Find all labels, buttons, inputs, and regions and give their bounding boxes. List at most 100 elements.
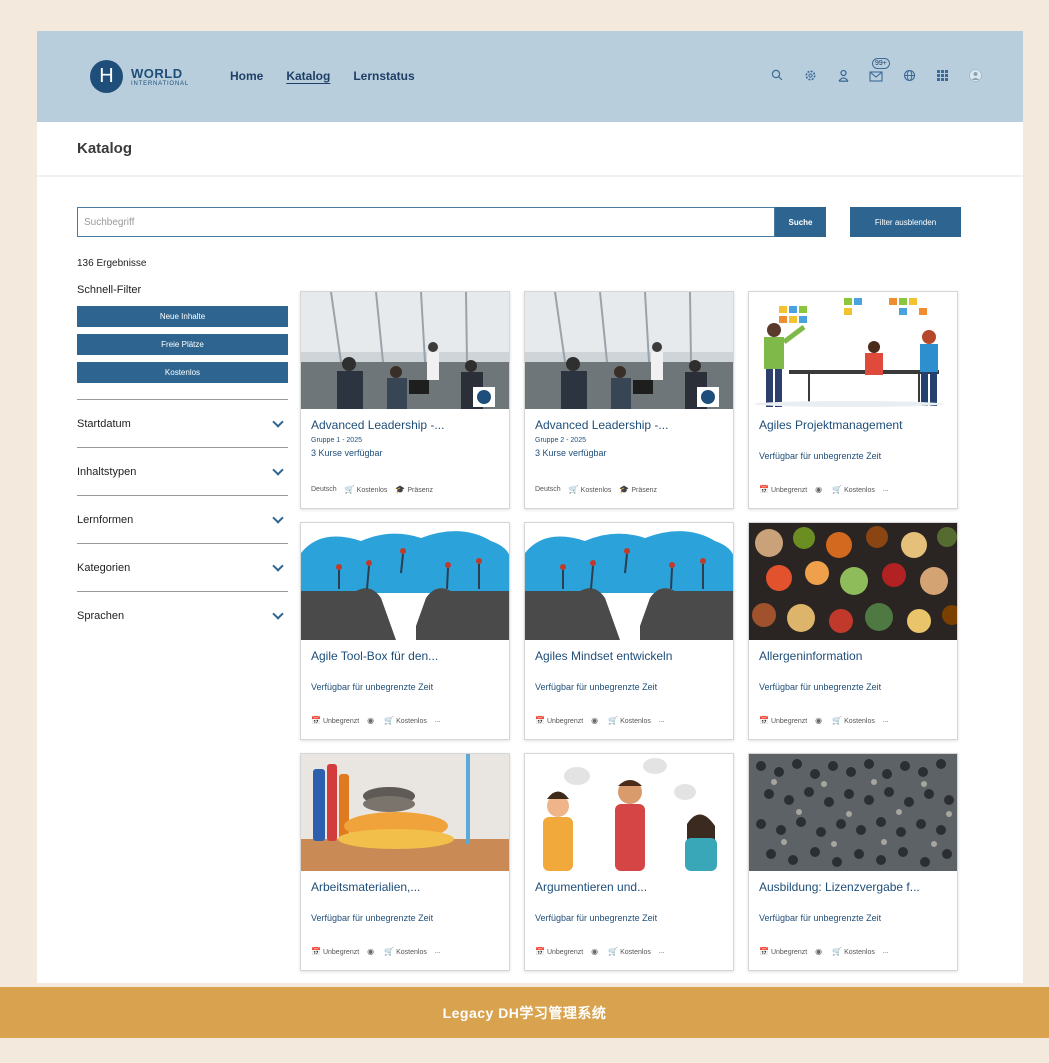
avatar-icon[interactable] [967,67,983,83]
course-card[interactable]: Agiles Projektmanagement Verfügbar für u… [748,291,958,509]
caption-banner: Legacy DH学习管理系统 [0,987,1049,1038]
language-globe-icon[interactable] [901,67,917,83]
results-count: 136 Ergebnisse [77,258,147,269]
course-thumbnail [749,523,957,640]
meta-price-label: Kostenlos [620,949,651,956]
settings-icon[interactable] [802,67,818,83]
meta-duration-label: Unbegrenzt [546,718,584,725]
filter-sidebar: Schnell-Filter Neue Inhalte Freie Plätze… [77,284,288,639]
course-title: Agiles Mindset entwickeln [535,649,673,663]
search-button[interactable]: Suche [775,207,826,237]
logo-subtitle: INTERNATIONAL [131,80,189,87]
meta-price-label: Kostenlos [620,718,651,725]
cart-icon: 🛒 [832,716,843,725]
facet-lernformen[interactable]: Lernformen [77,495,288,543]
globe-icon: ◉ [815,485,823,494]
meta-format: 🎓 Präsenz [395,485,433,494]
meta-duration: 📅 Unbegrenzt [759,485,807,494]
page-header: Katalog [37,122,1023,177]
top-navigation-bar: H WORLD INTERNATIONAL Home Katalog Lerns… [37,31,1023,122]
cart-icon: 🛒 [832,485,843,494]
course-thumbnail [525,754,733,871]
search-bar: Suche Filter ausblenden [77,207,961,237]
meta-price: 🛒 Kostenlos [569,485,612,494]
facet-sprachen[interactable]: Sprachen [77,591,288,639]
course-card[interactable]: Agile Tool-Box für den... Verfügbar für … [300,522,510,740]
course-meta: 📅 Unbegrenzt ◉ 🛒 Kostenlos ... [311,716,499,725]
course-title: Ausbildung: Lizenzvergabe f... [759,880,920,894]
meta-price: 🛒 Kostenlos [608,716,651,725]
cart-icon: 🛒 [568,485,579,494]
apps-grid-icon[interactable] [934,67,950,83]
course-availability: Verfügbar für unbegrenzte Zeit [311,913,434,923]
facet-startdatum[interactable]: Startdatum [77,399,288,447]
nav-katalog[interactable]: Katalog [286,69,330,85]
meta-duration: 📅 Unbegrenzt [759,947,807,956]
calendar-icon: 📅 [535,716,545,725]
messages-icon[interactable]: 99+ [868,58,890,83]
course-card[interactable]: Ausbildung: Lizenzvergabe f... Verfügbar… [748,753,958,971]
logo[interactable]: H WORLD INTERNATIONAL [90,60,189,93]
search-icon[interactable] [769,67,785,83]
course-thumbnail [301,754,509,871]
course-thumbnail [749,754,957,871]
course-card[interactable]: Advanced Leadership -... Gruppe 2 - 2025… [524,291,734,509]
course-card[interactable]: Advanced Leadership -... Gruppe 1 - 2025… [300,291,510,509]
meta-more[interactable]: ... [659,717,665,724]
course-card[interactable]: Arbeitsmaterialien,... Verfügbar für unb… [300,753,510,971]
meta-more[interactable]: ... [883,948,889,955]
user-badge-icon[interactable] [835,67,851,83]
meta-language: Deutsch [311,486,337,493]
course-availability: Verfügbar für unbegrenzte Zeit [759,913,882,923]
course-meta: 📅 Unbegrenzt ◉ 🛒 Kostenlos ... [535,716,723,725]
meta-duration-label: Unbegrenzt [770,487,808,494]
course-group: Gruppe 1 - 2025 [311,437,362,444]
quick-filter-free-places[interactable]: Freie Plätze [77,334,288,355]
chevron-down-icon [272,511,284,524]
meta-price-label: Kostenlos [844,487,875,494]
course-card[interactable]: Allergeninformation Verfügbar für unbegr… [748,522,958,740]
search-input[interactable] [77,207,775,237]
meta-price-label: Kostenlos [396,718,427,725]
nav-home[interactable]: Home [230,69,263,85]
hide-filters-button[interactable]: Filter ausblenden [850,207,961,237]
course-thumbnail [525,292,733,409]
meta-duration: 📅 Unbegrenzt [311,947,359,956]
meta-more[interactable]: ... [883,717,889,724]
header-icons: 99+ [769,58,983,83]
globe-icon: ◉ [591,947,599,956]
course-title: Arbeitsmaterialien,... [311,880,421,894]
course-group: Gruppe 2 - 2025 [535,437,586,444]
meta-more[interactable]: ... [659,948,665,955]
course-title: Advanced Leadership -... [311,418,445,432]
facet-kategorien[interactable]: Kategorien [77,543,288,591]
meta-more[interactable]: ... [435,717,441,724]
meta-price: 🛒 Kostenlos [345,485,388,494]
facet-inhaltstypen[interactable]: Inhaltstypen [77,447,288,495]
course-card[interactable]: Argumentieren und... Verfügbar für unbeg… [524,753,734,971]
course-card[interactable]: Agiles Mindset entwickeln Verfügbar für … [524,522,734,740]
cart-icon: 🛒 [384,716,395,725]
course-meta: 📅 Unbegrenzt ◉ 🛒 Kostenlos ... [759,947,947,956]
meta-more[interactable]: ... [435,948,441,955]
cart-icon: 🛒 [384,947,395,956]
course-meta: Deutsch 🛒 Kostenlos 🎓 Präsenz [311,485,499,494]
calendar-icon: 📅 [759,716,769,725]
meta-price: 🛒 Kostenlos [608,947,651,956]
facet-label: Lernformen [77,513,134,526]
quick-filter-new-content[interactable]: Neue Inhalte [77,306,288,327]
cart-icon: 🛒 [608,947,619,956]
nav-lernstatus[interactable]: Lernstatus [353,69,414,85]
chevron-down-icon [272,463,284,476]
course-title: Agiles Projektmanagement [759,418,903,432]
cart-icon: 🛒 [344,485,355,494]
meta-price-label: Kostenlos [580,487,612,494]
meta-format: 🎓 Präsenz [619,485,657,494]
calendar-icon: 📅 [535,947,545,956]
logo-wordmark: WORLD INTERNATIONAL [131,67,189,87]
course-meta: 📅 Unbegrenzt ◉ 🛒 Kostenlos ... [759,716,947,725]
globe-icon: ◉ [367,716,375,725]
meta-more[interactable]: ... [883,486,889,493]
course-title: Agile Tool-Box für den... [311,649,439,663]
quick-filter-free-of-charge[interactable]: Kostenlos [77,362,288,383]
